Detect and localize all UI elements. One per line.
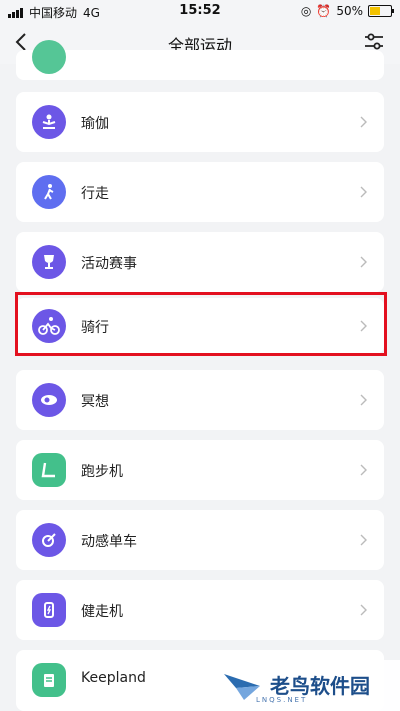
- chevron-right-icon: [360, 534, 367, 546]
- list-item-label: Keepland: [81, 670, 146, 686]
- alarm-icon: ⏰: [316, 4, 332, 18]
- spin-bike-icon: [32, 523, 66, 557]
- chevron-right-icon: [360, 464, 367, 476]
- chevron-right-icon: [360, 116, 367, 128]
- list-item-events[interactable]: 活动赛事: [16, 232, 384, 292]
- yoga-meditation-icon: [32, 105, 66, 139]
- watermark-title: 老鸟软件园: [270, 673, 370, 698]
- list-item-label: 瑜伽: [81, 116, 109, 132]
- list-item-walk[interactable]: 行走: [16, 162, 384, 222]
- partial-green-icon: [32, 40, 66, 74]
- battery-percent: 50%: [336, 4, 363, 18]
- status-bar: 中国移动 4G 15:52 ◎ ⏰ 50%: [0, 0, 400, 22]
- list-item-label: 行走: [81, 186, 109, 202]
- list-item-spin-bike[interactable]: 动感单车: [16, 510, 384, 570]
- list-item-partial[interactable]: [16, 40, 384, 80]
- list-item-label: 冥想: [81, 394, 109, 410]
- watermark: 老鸟软件园 LNQS.NET: [200, 660, 400, 711]
- rotation-lock-icon: ◎: [300, 4, 312, 18]
- list-item-walking-machine[interactable]: 健走机: [16, 580, 384, 640]
- list-item-yoga[interactable]: 瑜伽: [16, 92, 384, 152]
- chevron-right-icon: [360, 256, 367, 268]
- walking-person-icon: [32, 175, 66, 209]
- list-item-label: 健走机: [81, 604, 123, 620]
- treadmill-icon: [32, 453, 66, 487]
- list-item-meditation[interactable]: 冥想: [16, 370, 384, 430]
- list-item-label: 活动赛事: [81, 256, 137, 272]
- trophy-icon: [32, 245, 66, 279]
- meditation-icon: [32, 383, 66, 417]
- chevron-right-icon: [360, 394, 367, 406]
- list-item-label: 跑步机: [81, 464, 123, 480]
- keepland-icon: [32, 663, 66, 697]
- chevron-right-icon: [360, 604, 367, 616]
- list-item-label: 动感单车: [81, 534, 137, 550]
- chevron-right-icon: [360, 186, 367, 198]
- battery-icon: [368, 5, 394, 17]
- battery-level: [370, 7, 380, 15]
- list-item-treadmill[interactable]: 跑步机: [16, 440, 384, 500]
- walking-machine-icon: [32, 593, 66, 627]
- highlight-box: [15, 292, 387, 356]
- watermark-subtitle: LNQS.NET: [256, 696, 308, 704]
